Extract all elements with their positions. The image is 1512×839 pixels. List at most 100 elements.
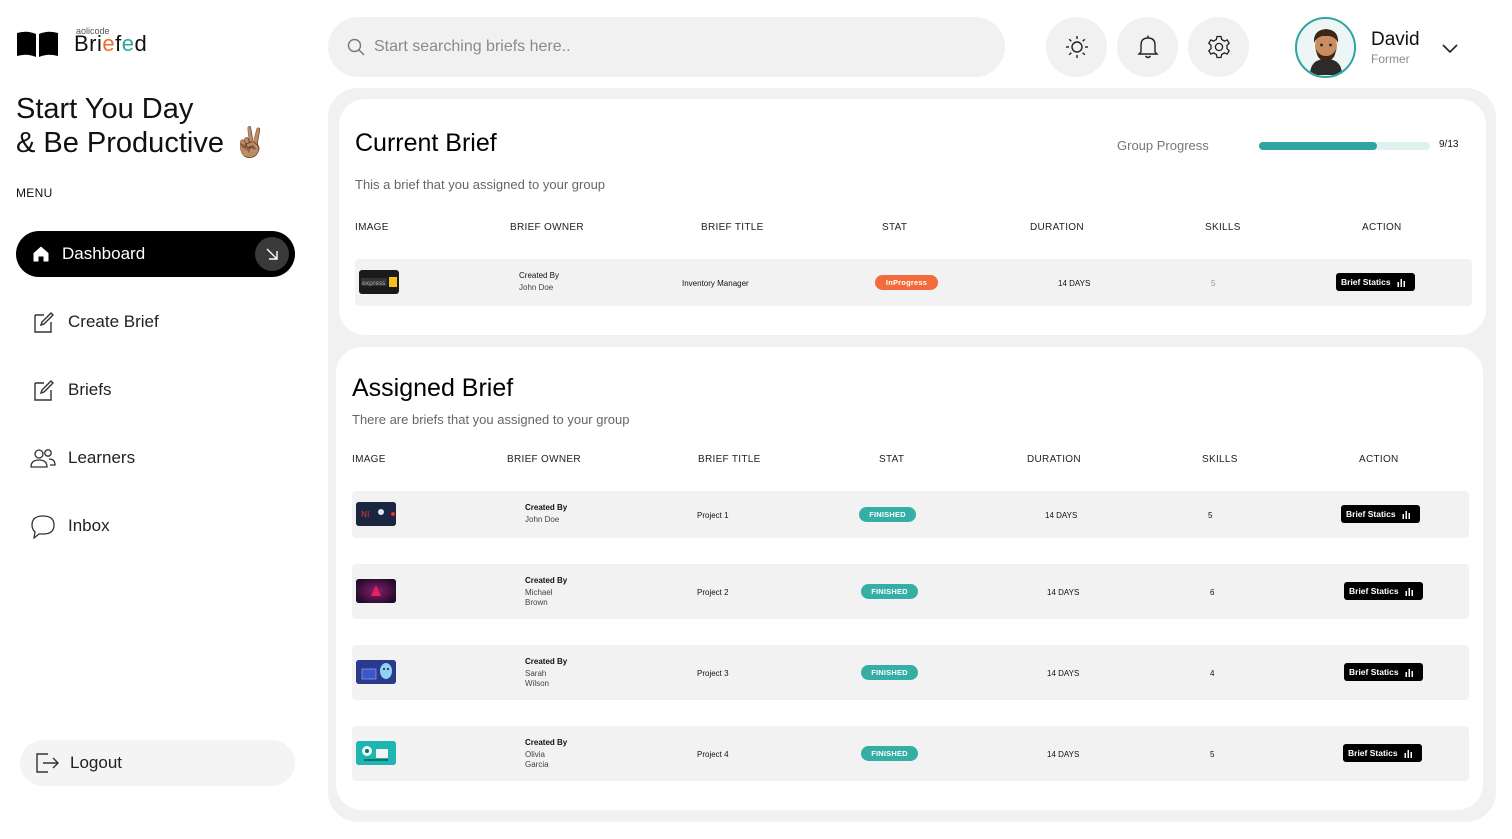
user-role: Former bbox=[1371, 51, 1410, 66]
current-brief-subtitle: This a brief that you assigned to your g… bbox=[355, 177, 606, 192]
col-header-duration: DURATION bbox=[1030, 222, 1084, 233]
brief-title: Project 1 bbox=[697, 511, 729, 520]
brief-thumbnail bbox=[356, 579, 396, 603]
brief-duration: 14 DAYS bbox=[1047, 750, 1080, 759]
bar-chart-icon bbox=[1397, 278, 1405, 287]
edit-icon bbox=[30, 309, 56, 335]
brief-owner: Created By John Doe bbox=[519, 271, 560, 292]
bar-chart-icon bbox=[1404, 749, 1412, 758]
brief-skills: 5 bbox=[1208, 511, 1213, 520]
book-logo-icon bbox=[17, 31, 58, 57]
bar-chart-icon bbox=[1402, 510, 1410, 519]
logo-subtext: aolicode bbox=[76, 26, 110, 36]
brief-skills: 5 bbox=[1211, 279, 1216, 288]
brief-title: Project 2 bbox=[697, 588, 729, 597]
brief-owner: Created By Sarah Wilson bbox=[525, 657, 568, 688]
user-profile[interactable]: David Former bbox=[1295, 16, 1458, 78]
brief-duration: 14 DAYS bbox=[1058, 279, 1091, 288]
sidebar-item-label: Create Brief bbox=[68, 312, 159, 331]
sidebar-item-learners[interactable]: Learners bbox=[16, 435, 295, 481]
brief-skills: 6 bbox=[1210, 588, 1215, 597]
brief-statics-button[interactable]: Brief Statics bbox=[1344, 663, 1423, 681]
home-icon bbox=[28, 241, 54, 267]
chevron-down-icon[interactable] bbox=[1440, 38, 1460, 58]
assigned-brief-title: Assigned Brief bbox=[352, 374, 514, 402]
col-header-owner: BRIEF OWNER bbox=[507, 454, 581, 465]
brief-owner: Created By Michael Brown bbox=[525, 576, 568, 607]
bar-chart-icon bbox=[1405, 587, 1413, 596]
brief-thumbnail bbox=[356, 741, 396, 765]
brief-duration: 14 DAYS bbox=[1045, 511, 1078, 520]
logout-icon bbox=[34, 750, 60, 776]
table-row[interactable]: NI Created By John Doe Project 1 FINISHE… bbox=[352, 491, 1469, 538]
brief-owner: Created By John Doe bbox=[525, 503, 568, 524]
sidebar-item-label: Briefs bbox=[68, 380, 112, 399]
search-icon bbox=[347, 38, 365, 56]
group-progress-fill bbox=[1259, 142, 1378, 150]
brief-thumbnail bbox=[356, 660, 396, 684]
user-name: David bbox=[1371, 28, 1420, 50]
gear-icon bbox=[1207, 35, 1230, 59]
logout-button[interactable]: Logout bbox=[20, 740, 295, 786]
table-row[interactable]: Created By Sarah Wilson Project 3 FINISH… bbox=[352, 645, 1469, 700]
sidebar-item-label: Dashboard bbox=[62, 244, 146, 263]
theme-toggle-button[interactable] bbox=[1046, 17, 1107, 77]
brief-owner: Created By Olivia Garcia bbox=[525, 738, 568, 769]
brief-duration: 14 DAYS bbox=[1047, 669, 1080, 678]
brief-statics-button[interactable]: Brief Statics bbox=[1341, 505, 1420, 523]
status-badge: FINISHED bbox=[861, 584, 918, 599]
sidebar-item-label: Learners bbox=[68, 448, 136, 467]
brief-statics-button[interactable]: Brief Statics bbox=[1343, 744, 1422, 762]
search-input[interactable] bbox=[374, 38, 974, 56]
col-header-title: BRIEF TITLE bbox=[701, 222, 764, 233]
search-bar bbox=[328, 17, 1005, 77]
brief-skills: 5 bbox=[1210, 750, 1215, 759]
brief-statics-button[interactable]: Brief Statics bbox=[1344, 582, 1423, 600]
chat-icon bbox=[30, 513, 56, 539]
arrow-down-right-icon[interactable] bbox=[255, 237, 289, 271]
logo[interactable]: aolicode Briefed bbox=[15, 26, 147, 62]
sidebar-item-create-brief[interactable]: Create Brief bbox=[16, 299, 295, 345]
brief-title: Project 4 bbox=[697, 750, 729, 759]
sidebar-item-dashboard[interactable]: Dashboard bbox=[16, 231, 295, 277]
brief-duration: 14 DAYS bbox=[1047, 588, 1080, 597]
group-progress-label: Group Progress bbox=[1117, 138, 1209, 153]
assigned-brief-subtitle: There are briefs that you assigned to yo… bbox=[352, 412, 630, 427]
col-header-action: ACTION bbox=[1359, 454, 1399, 465]
greeting: Start You Day & Be Productive ✌🏽 bbox=[16, 93, 269, 159]
edit-icon bbox=[30, 377, 56, 403]
group-progress-bar bbox=[1259, 142, 1430, 150]
col-header-owner: BRIEF OWNER bbox=[510, 222, 584, 233]
sidebar-item-briefs[interactable]: Briefs bbox=[16, 367, 295, 413]
bar-chart-icon bbox=[1405, 668, 1413, 677]
brief-thumbnail: express bbox=[359, 270, 399, 294]
logout-label: Logout bbox=[70, 753, 122, 772]
main-panel: Current Brief This a brief that you assi… bbox=[328, 88, 1496, 822]
status-badge: FINISHED bbox=[861, 665, 918, 680]
col-header-title: BRIEF TITLE bbox=[698, 454, 761, 465]
col-header-image: IMAGE bbox=[352, 454, 386, 465]
table-row[interactable]: Created By Michael Brown Project 2 FINIS… bbox=[352, 564, 1469, 619]
svg-text:express: express bbox=[362, 280, 385, 287]
col-header-stat: STAT bbox=[882, 222, 908, 233]
brief-title: Project 3 bbox=[697, 669, 729, 678]
bell-icon bbox=[1136, 35, 1159, 59]
svg-text:NI: NI bbox=[361, 510, 369, 519]
current-brief-card: Current Brief This a brief that you assi… bbox=[339, 99, 1486, 335]
menu-label: MENU bbox=[16, 186, 53, 200]
col-header-skills: SKILLS bbox=[1202, 454, 1238, 465]
status-badge: FINISHED bbox=[861, 746, 918, 761]
brief-thumbnail: NI bbox=[356, 502, 396, 526]
table-row[interactable]: Created By Olivia Garcia Project 4 FINIS… bbox=[352, 726, 1469, 781]
brief-statics-button[interactable]: Brief Statics bbox=[1336, 273, 1415, 291]
avatar[interactable] bbox=[1295, 16, 1356, 78]
col-header-stat: STAT bbox=[879, 454, 905, 465]
notifications-button[interactable] bbox=[1117, 17, 1178, 77]
table-row[interactable]: express Created By John Doe Inventory Ma… bbox=[355, 259, 1472, 306]
sun-icon bbox=[1065, 36, 1088, 58]
status-badge: InProgress bbox=[875, 275, 938, 290]
settings-button[interactable] bbox=[1188, 17, 1249, 77]
col-header-skills: SKILLS bbox=[1205, 222, 1241, 233]
sidebar-item-inbox[interactable]: Inbox bbox=[16, 503, 295, 549]
assigned-brief-card: Assigned Brief There are briefs that you… bbox=[336, 347, 1483, 810]
